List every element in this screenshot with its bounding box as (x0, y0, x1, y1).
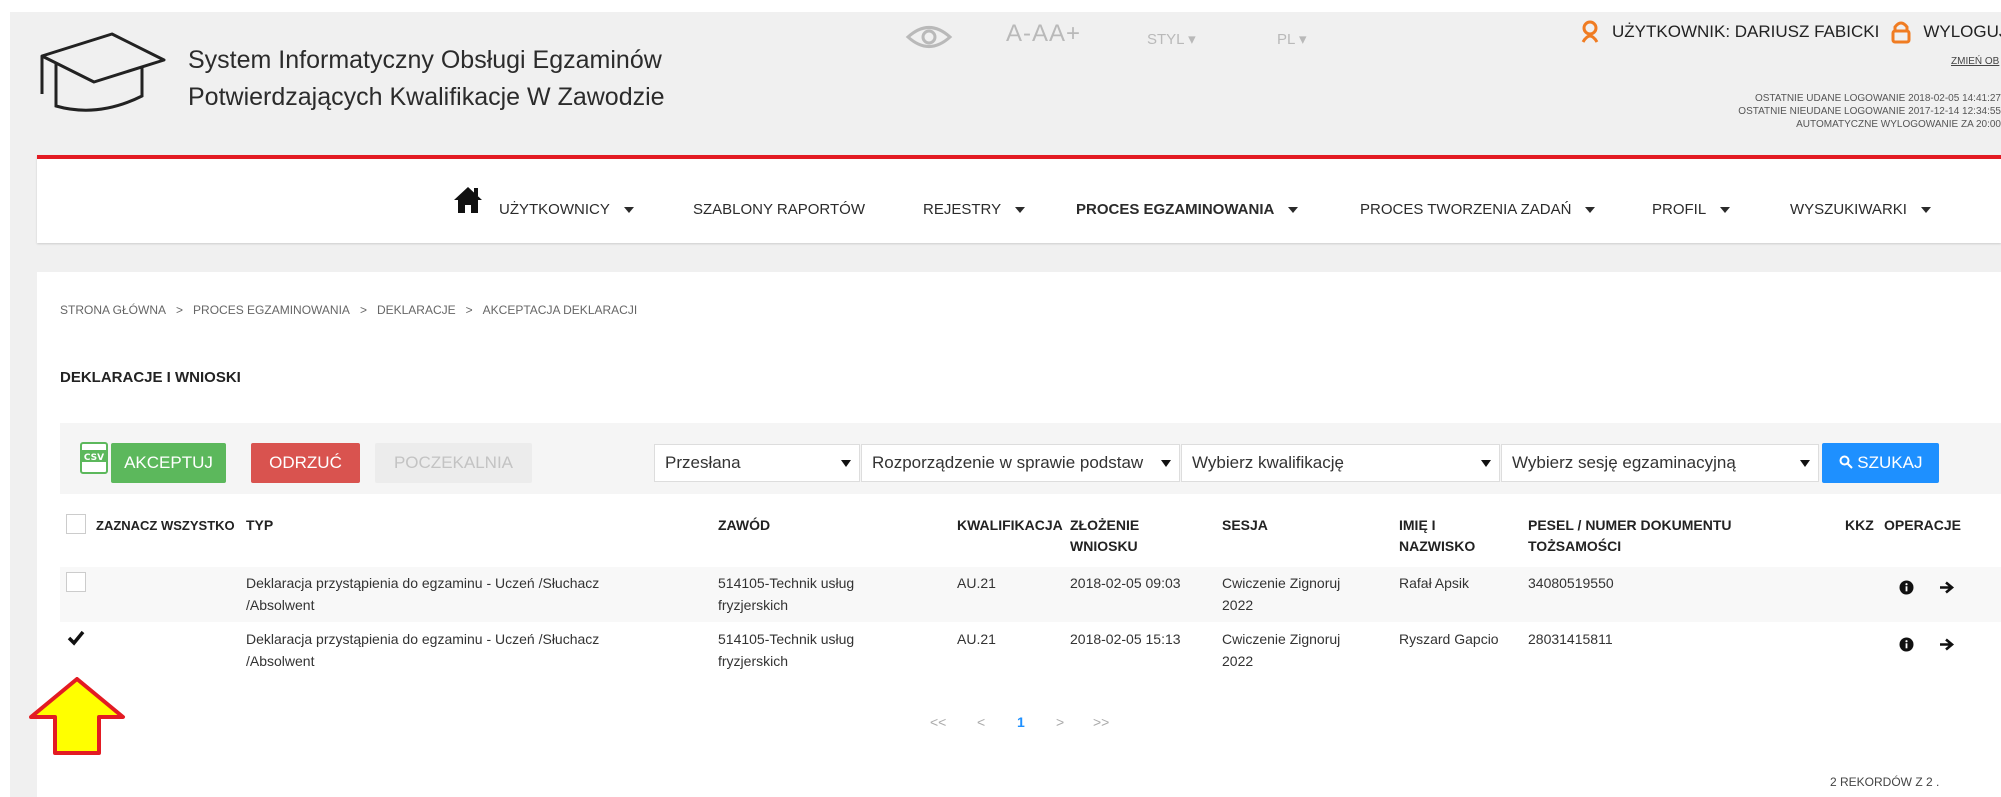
logout-link[interactable]: WYLOGUJ (1923, 22, 2001, 42)
accept-button[interactable]: AKCEPTUJ (111, 443, 226, 483)
dropdown-arrow-icon (841, 460, 851, 467)
dropdown-arrow-icon (1800, 460, 1810, 467)
breadcrumb-separator-icon: > (465, 303, 473, 317)
col-zawod[interactable]: ZAWÓD (718, 515, 770, 536)
graduation-cap-logo-icon (40, 32, 166, 112)
cell-zawod: 514105-Technik usług fryzjerskich (718, 575, 855, 613)
pager-last[interactable]: >> (1093, 714, 1109, 730)
site-title-line2: Potwierdzających Kwalifikacje W Zawodzie (188, 83, 665, 111)
pager-current[interactable]: 1 (1017, 714, 1025, 730)
search-icon (1839, 455, 1853, 469)
user-bar: UŻYTKOWNIK: DARIUSZ FABICKI WYLOGUJ (1580, 20, 2001, 44)
annotation-arrow-icon (29, 677, 125, 755)
breadcrumb-akceptacja: AKCEPTACJA DEKLARACJI (482, 303, 638, 317)
breadcrumb-separator-icon: > (176, 303, 184, 317)
dropdown-arrow-icon (1481, 460, 1491, 467)
eye-icon[interactable] (905, 22, 953, 52)
pager-prev[interactable]: < (977, 714, 985, 730)
cell-pesel: 28031415811 (1528, 631, 1613, 647)
cell-pesel: 34080519550 (1528, 575, 1614, 591)
style-dropdown[interactable]: STYL ▾ (1147, 30, 1196, 48)
search-button[interactable]: SZUKAJ (1822, 443, 1939, 483)
breadcrumb: STRONA GŁÓWNA > PROCES EGZAMINOWANIA > D… (60, 303, 637, 317)
nav-szablony-raportow[interactable]: SZABLONY RAPORTÓW (693, 201, 865, 218)
home-icon[interactable] (453, 185, 483, 215)
nav-uzytkownicy[interactable]: UŻYTKOWNICY (499, 201, 634, 218)
last-failed-login-text: OSTATNIE NIEUDANE LOGOWANIE 2017-12-14 1… (1738, 106, 2001, 117)
login-info: OSTATNIE UDANE LOGOWANIE 2018-02-05 14:4… (1738, 92, 2001, 131)
col-kkz[interactable]: KKZ (1845, 515, 1874, 536)
nav-wyszukiwarki[interactable]: WYSZUKIWARKI (1790, 201, 1931, 218)
nav-profil[interactable]: PROFIL (1652, 201, 1731, 218)
site-title: System Informatyczny Obsługi Egzaminów P… (188, 42, 665, 116)
logout-lock-icon[interactable] (1891, 20, 1911, 44)
qualification-select[interactable]: Wybierz kwalifikację (1181, 444, 1500, 482)
svg-text:CSV: CSV (84, 453, 104, 463)
info-icon[interactable] (1899, 637, 1914, 652)
record-count: 2 REKORDÓW Z 2 . (1830, 775, 1940, 789)
reject-button[interactable]: ODRZUĆ (251, 443, 360, 483)
cell-kwalifikacja: AU.21 (957, 631, 996, 647)
arrow-right-icon[interactable] (1940, 581, 1955, 594)
select-all-checkbox[interactable] (66, 514, 86, 534)
col-typ[interactable]: TYP (246, 515, 273, 536)
breadcrumb-separator-icon: > (359, 303, 367, 317)
row-checkbox[interactable] (66, 572, 86, 592)
site-title-line1: System Informatyczny Obsługi Egzaminów (188, 46, 662, 74)
auto-logout-text: AUTOMATYCZNE WYLOGOWANIE ZA 20:00 (1796, 119, 2001, 130)
cell-data: 2018-02-05 15:13 (1070, 631, 1181, 647)
checkmark-icon (67, 630, 85, 646)
row-checkbox-checked[interactable] (66, 628, 86, 648)
cell-kwalifikacja: AU.21 (957, 575, 996, 591)
nav-rejestry[interactable]: REJESTRY (923, 201, 1026, 218)
col-pesel[interactable]: PESEL / NUMER DOKUMENTU TOŻSAMOŚCI (1528, 515, 1732, 557)
select-all-label: ZAZNACZ WSZYSTKO (96, 518, 235, 533)
cell-typ: Deklaracja przystąpienia do egzaminu - U… (246, 631, 600, 669)
last-login-text: OSTATNIE UDANE LOGOWANIE 2018-02-05 14:4… (1754, 93, 2001, 104)
cell-sesja: Cwiczenie Zignoruj 2022 (1222, 631, 1341, 669)
breadcrumb-home[interactable]: STRONA GŁÓWNA (60, 303, 166, 317)
nav-proces-egzaminowania[interactable]: PROCES EGZAMINOWANIA (1076, 201, 1299, 218)
col-sesja[interactable]: SESJA (1222, 515, 1268, 536)
cell-typ: Deklaracja przystąpienia do egzaminu - U… (246, 575, 600, 613)
col-operacje: OPERACJE (1884, 517, 1962, 533)
regulation-select[interactable]: Rozporządzenie w sprawie podstaw (861, 444, 1180, 482)
user-icon (1581, 20, 1599, 43)
nav-proces-tworzenia-zadan[interactable]: PROCES TWORZENIA ZADAŃ (1360, 201, 1596, 218)
col-imie-nazwisko[interactable]: IMIĘ I NAZWISKO (1399, 515, 1475, 557)
cell-zawod: 514105-Technik usług fryzjerskich (718, 631, 855, 669)
col-kwalifikacja[interactable]: KWALIFIKACJA (957, 515, 1063, 536)
cell-sesja: Cwiczenie Zignoruj 2022 (1222, 575, 1341, 613)
user-name-label: UŻYTKOWNIK: DARIUSZ FABICKI (1612, 22, 1880, 41)
page-title: DEKLARACJE I WNIOSKI (60, 369, 241, 386)
pager-first[interactable]: << (930, 714, 946, 730)
pager-next[interactable]: > (1056, 714, 1064, 730)
arrow-right-icon[interactable] (1940, 638, 1955, 651)
csv-export-icon[interactable]: CSV (80, 442, 108, 474)
main-nav: UŻYTKOWNICY SZABLONY RAPORTÓW REJESTRY P… (37, 155, 2001, 243)
cell-data: 2018-02-05 09:03 (1070, 575, 1181, 591)
waiting-room-button[interactable]: POCZEKALNIA (375, 443, 532, 483)
language-dropdown[interactable]: PL ▾ (1277, 30, 1307, 48)
breadcrumb-deklaracje[interactable]: DEKLARACJE (377, 303, 456, 317)
status-select[interactable]: Przesłana (654, 444, 860, 482)
col-zlozenie[interactable]: ZŁOŻENIE WNIOSKU (1070, 515, 1139, 557)
cell-osoba: Rafał Apsik (1399, 575, 1470, 591)
info-icon[interactable] (1899, 580, 1914, 595)
session-select[interactable]: Wybierz sesję egzaminacyjną (1501, 444, 1819, 482)
change-link[interactable]: ZMIEŃ OB (1951, 56, 1999, 67)
breadcrumb-proces[interactable]: PROCES EGZAMINOWANIA (193, 303, 350, 317)
font-size-controls[interactable]: A-AA+ (1006, 20, 1081, 48)
dropdown-arrow-icon (1161, 460, 1171, 467)
cell-osoba: Ryszard Gapcio (1399, 631, 1499, 647)
